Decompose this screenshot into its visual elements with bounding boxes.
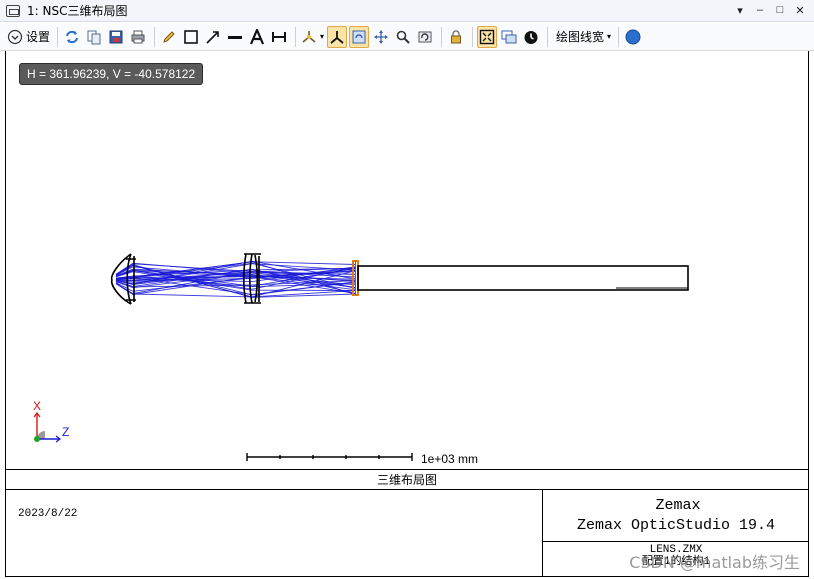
help-icon <box>625 29 641 44</box>
company-info: Zemax Zemax OpticStudio 19.4 <box>543 496 809 536</box>
window-controls: ▾ – □ ✕ <box>732 2 808 18</box>
line-tool-button[interactable] <box>225 26 245 48</box>
window-title-bar: 1: NSC三维布局图 ▾ – □ ✕ <box>0 0 814 22</box>
line-width-dropdown[interactable]: 绘图线宽 ▾ <box>552 26 612 48</box>
help-button[interactable] <box>623 26 643 48</box>
rotate-view-button[interactable]: ▾ <box>300 26 325 48</box>
window-title: 1: NSC三维布局图 <box>27 4 128 18</box>
axis-triad <box>33 412 61 443</box>
rotate-box-icon <box>352 30 366 43</box>
axis-z-label: Z <box>62 425 69 439</box>
windows-icon <box>501 30 517 43</box>
rotate-view-dropdown-icon: ▾ <box>320 32 325 41</box>
toolbar-separator <box>57 26 59 47</box>
settings-label: 设置 <box>26 30 51 44</box>
save-button[interactable] <box>106 26 126 48</box>
magnifier-icon <box>396 30 410 44</box>
stopwatch-icon <box>524 30 538 44</box>
undo-view-button[interactable] <box>415 26 435 48</box>
refresh-icon <box>66 30 78 43</box>
pencil-tool-button[interactable] <box>159 26 179 48</box>
toolbar-separator <box>472 26 474 47</box>
scale-bar <box>246 453 413 461</box>
company-name: Zemax <box>655 497 701 514</box>
settings-button[interactable]: 设置 <box>6 26 51 48</box>
layout-canvas[interactable]: H = 361.96239, V = -40.578122 X Z 1e+03 … <box>5 51 809 469</box>
print-icon <box>131 30 145 43</box>
line-icon <box>228 35 243 39</box>
toolbar-separator <box>154 26 156 47</box>
rotate-mode-button[interactable] <box>349 25 370 48</box>
axes-view-button[interactable] <box>327 25 348 48</box>
rectangle-icon <box>184 29 198 44</box>
light-pipe-rod <box>357 265 689 291</box>
chevron-down-icon: ▾ <box>607 32 612 41</box>
zoom-button[interactable] <box>393 26 413 48</box>
rectangle-tool-button[interactable] <box>181 26 201 48</box>
toolbar-separator <box>295 26 297 47</box>
copy-button[interactable] <box>84 26 104 48</box>
toolbar-separator <box>441 26 443 47</box>
pan-arrows-icon <box>374 29 389 44</box>
timer-button[interactable] <box>521 26 541 48</box>
software-version: Zemax OpticStudio 19.4 <box>576 517 776 534</box>
text-tool-button[interactable] <box>247 26 267 48</box>
fit-frame-icon <box>479 29 495 44</box>
ray-bundle <box>115 260 357 298</box>
dimension-icon <box>272 31 287 42</box>
copy-icon <box>87 30 101 44</box>
scale-label: 1e+03 mm <box>421 452 478 466</box>
arrow-icon <box>206 30 219 44</box>
toolbar: 设置 ▾ 绘图线宽 ▾ <box>0 23 814 51</box>
optical-layout-drawing: X Z 1e+03 mm <box>33 253 689 466</box>
line-width-label: 绘图线宽 <box>556 30 605 44</box>
window-layout-button[interactable] <box>499 26 519 48</box>
axes-icon <box>330 30 344 44</box>
plot-title: 三维布局图 <box>6 470 808 490</box>
axis-x-label: X <box>33 399 41 413</box>
pencil-icon <box>163 30 175 43</box>
refresh-button[interactable] <box>62 26 82 48</box>
chevron-down-circle-icon <box>7 29 23 44</box>
plot-date: 2023/8/22 <box>18 508 78 520</box>
arrow-tool-button[interactable] <box>203 26 223 48</box>
print-button[interactable] <box>128 26 148 48</box>
lock-button[interactable] <box>446 26 466 48</box>
watermark-text: CSDN @matlab练习生 <box>629 553 800 572</box>
toolbar-separator <box>547 26 549 47</box>
window-menu-dropdown-icon[interactable]: ▾ <box>732 2 748 18</box>
toolbar-separator <box>618 26 620 47</box>
window-icon <box>6 4 20 17</box>
minimize-icon[interactable]: – <box>752 2 768 18</box>
save-icon <box>109 30 123 43</box>
pan-button[interactable] <box>371 26 391 48</box>
lock-icon <box>451 29 462 43</box>
close-icon[interactable]: ✕ <box>792 2 808 18</box>
undo-icon <box>418 31 432 42</box>
text-a-icon <box>250 28 265 44</box>
maximize-icon[interactable]: □ <box>772 2 788 18</box>
axes-rotate-icon <box>302 30 316 43</box>
fit-view-button[interactable] <box>477 25 498 48</box>
dimension-tool-button[interactable] <box>269 26 289 48</box>
